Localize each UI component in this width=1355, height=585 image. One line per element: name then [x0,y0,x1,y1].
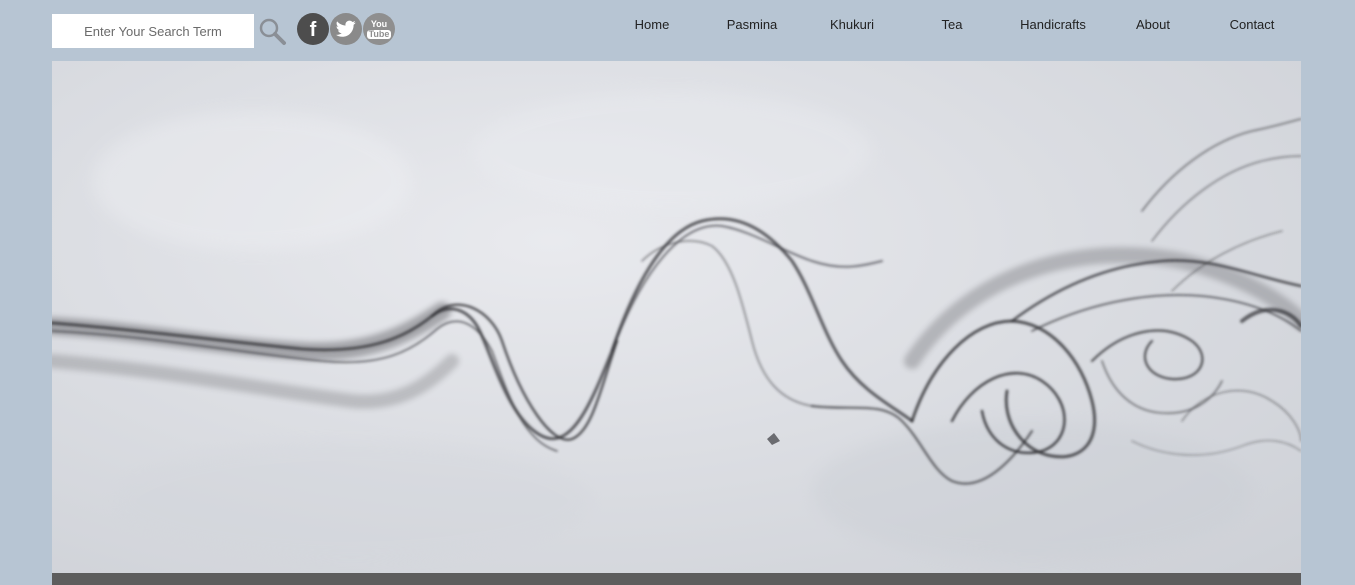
smoke-image [52,91,1301,561]
nav-item-contact[interactable]: Contact [1230,17,1275,32]
nav-item-pasmina[interactable]: Pasmina [727,17,778,32]
main-nav: Home Pasmina Khukuri Tea Handicrafts Abo… [0,17,1355,37]
nav-item-handicrafts[interactable]: Handicrafts [1020,17,1086,32]
nav-item-tea[interactable]: Tea [942,17,963,32]
nav-item-about[interactable]: About [1136,17,1170,32]
page: f You Tube Home Pasmina Khukuri Tea Hand… [0,0,1355,585]
hero-banner [52,61,1301,573]
nav-item-khukuri[interactable]: Khukuri [830,17,874,32]
nav-item-home[interactable]: Home [635,17,670,32]
content-bar [52,573,1301,585]
